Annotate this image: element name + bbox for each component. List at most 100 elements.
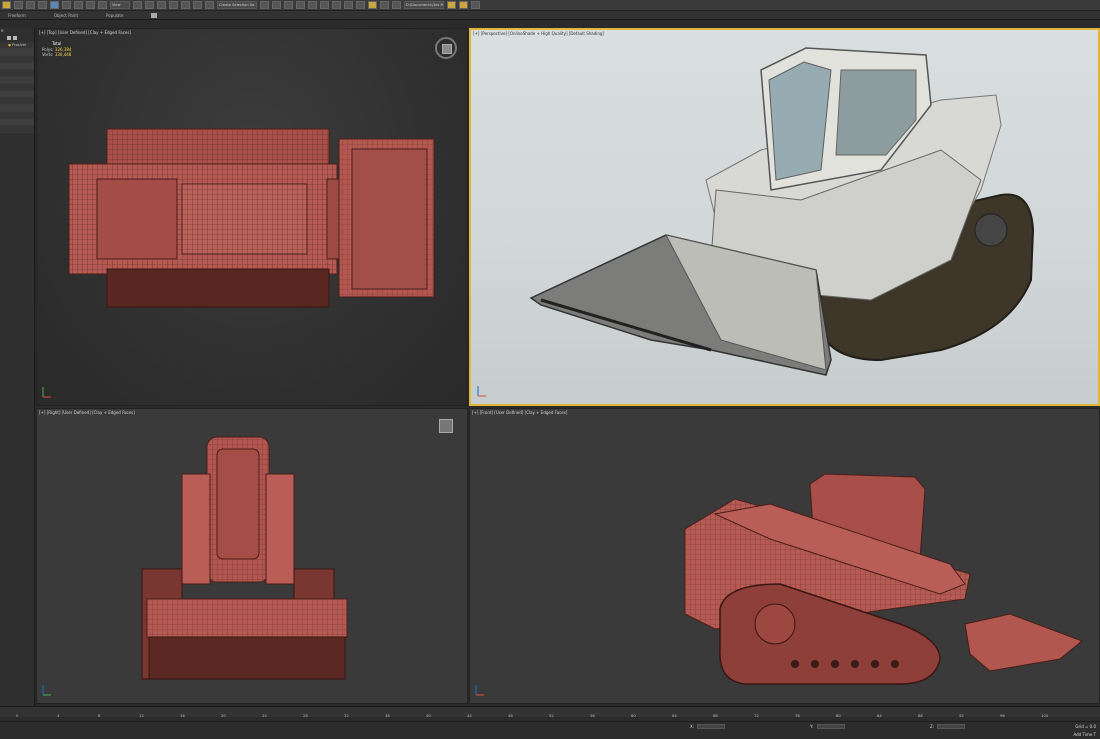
add-time-tag-button[interactable]: Add Time T xyxy=(1073,732,1096,737)
viewport-label[interactable]: [+] [Front] [User Defined] [Clay + Edged… xyxy=(472,410,567,415)
link-icon[interactable] xyxy=(26,1,35,9)
tick-label: 56 xyxy=(590,713,595,718)
verts-value: 330,448 xyxy=(54,52,72,57)
layers-icon[interactable] xyxy=(284,1,293,9)
percent-snap-icon[interactable] xyxy=(181,1,190,9)
timeline-ticks: 0 4 8 12 16 20 24 28 32 36 40 44 48 52 5… xyxy=(0,713,1100,721)
viewport-front[interactable]: [+] [Front] [User Defined] [Clay + Edged… xyxy=(469,408,1100,704)
viewcube-icon[interactable] xyxy=(439,419,453,433)
axis-gizmo-icon xyxy=(475,685,484,696)
tab-freeform[interactable]: Freeform xyxy=(8,13,26,18)
align-icon[interactable] xyxy=(272,1,281,9)
polys-value: 326,384 xyxy=(54,46,72,52)
list-item[interactable] xyxy=(0,126,34,133)
angle-snap-icon[interactable] xyxy=(169,1,178,9)
undo-icon[interactable] xyxy=(2,1,11,9)
render-icon[interactable] xyxy=(368,1,377,9)
spinner-snap-icon[interactable] xyxy=(193,1,202,9)
main-toolbar: View Create Selection Se D:\Documents\3d… xyxy=(0,0,1100,11)
status-bar: X: Y: Z: Grid = 0.0 Add Time T xyxy=(0,721,1100,739)
viewport-top[interactable]: [+] [Top] [User Defined] [Clay + Edged F… xyxy=(36,28,468,406)
tick-label: 40 xyxy=(426,713,431,718)
list-item[interactable] xyxy=(0,63,34,70)
open-file-icon[interactable] xyxy=(392,1,401,9)
tick-label: 32 xyxy=(344,713,349,718)
hierarchy-icon[interactable] xyxy=(13,36,17,40)
list-item[interactable] xyxy=(0,70,34,77)
tab-populate[interactable]: Populate xyxy=(106,13,123,18)
select-by-name-icon[interactable] xyxy=(62,1,71,9)
ribbon-toggle-icon[interactable] xyxy=(296,1,305,9)
list-item[interactable] xyxy=(0,49,34,56)
schematic-view-icon[interactable] xyxy=(320,1,329,9)
stats-overlay: Total Polys: 326,384 Verts: 330,448 xyxy=(42,41,71,58)
list-item[interactable] xyxy=(0,56,34,63)
viewport-label[interactable]: [+] [Perspective] [OnlineShade + High Qu… xyxy=(473,31,604,36)
list-item[interactable] xyxy=(0,98,34,105)
redo-icon[interactable] xyxy=(14,1,23,9)
filter-icon[interactable] xyxy=(7,36,11,40)
pivot-icon[interactable] xyxy=(133,1,142,9)
rendered-frame-icon[interactable] xyxy=(356,1,365,9)
ribbon-tabs: Freeform Object Paint Populate xyxy=(0,11,1100,20)
reference-coord-dropdown[interactable]: View xyxy=(110,1,130,9)
viewcube-icon[interactable] xyxy=(435,37,457,59)
tick-label: 4 xyxy=(57,713,60,718)
list-item[interactable] xyxy=(0,77,34,84)
project-path-dropdown[interactable]: D:\Documents\3ds Max 2020 xyxy=(404,1,444,9)
tick-label: 64 xyxy=(672,713,677,718)
select-icon[interactable] xyxy=(50,1,59,9)
tick-label: 72 xyxy=(754,713,759,718)
material-editor-icon[interactable] xyxy=(332,1,341,9)
x-field[interactable] xyxy=(697,724,725,729)
mirror-icon[interactable] xyxy=(260,1,269,9)
axis-gizmo-icon xyxy=(42,387,51,398)
select-manipulate-icon[interactable] xyxy=(145,1,154,9)
curve-editor-icon[interactable] xyxy=(308,1,317,9)
tab-object-paint[interactable]: Object Paint xyxy=(54,13,78,18)
tick-label: 24 xyxy=(262,713,267,718)
snap-icon[interactable] xyxy=(157,1,166,9)
viewport-label[interactable]: [+] [Right] [User Defined] [Clay + Edged… xyxy=(39,410,135,415)
list-item[interactable] xyxy=(0,84,34,91)
tick-label: 8 xyxy=(98,713,101,718)
folder-open-icon[interactable] xyxy=(459,1,468,9)
folder-icon[interactable] xyxy=(447,1,456,9)
ribbon-collapse-icon[interactable] xyxy=(151,12,158,18)
tick-label: 92 xyxy=(959,713,964,718)
scale-icon[interactable] xyxy=(98,1,107,9)
list-item[interactable] xyxy=(0,91,34,98)
perspective-render xyxy=(529,47,1035,376)
z-field[interactable] xyxy=(937,724,965,729)
viewport-perspective[interactable]: [+] [Perspective] [OnlineShade + High Qu… xyxy=(469,28,1100,406)
front-view-model xyxy=(684,473,1083,685)
viewport-label[interactable]: [+] [Top] [User Defined] [Clay + Edged F… xyxy=(39,30,131,35)
tick-label: 100 xyxy=(1041,713,1049,718)
y-label: Y: xyxy=(810,724,814,729)
tick-label: 80 xyxy=(836,713,841,718)
selection-set-dropdown[interactable]: Create Selection Se xyxy=(217,1,257,9)
list-item[interactable]: ● Proxiver xyxy=(0,42,34,49)
viewport-right[interactable]: [+] [Right] [User Defined] [Clay + Edged… xyxy=(36,408,468,704)
list-item[interactable] xyxy=(0,105,34,112)
tick-label: 36 xyxy=(385,713,390,718)
render-setup-icon[interactable] xyxy=(344,1,353,9)
y-field[interactable] xyxy=(817,724,845,729)
top-view-model xyxy=(68,128,435,308)
verts-label: Verts: xyxy=(42,52,54,57)
axis-gizmo-icon xyxy=(477,386,486,397)
tick-label: 88 xyxy=(918,713,923,718)
list-item[interactable] xyxy=(0,112,34,119)
unlink-icon[interactable] xyxy=(38,1,47,9)
tick-label: 48 xyxy=(508,713,513,718)
move-icon[interactable] xyxy=(74,1,83,9)
tick-label: 12 xyxy=(139,713,144,718)
project-icon[interactable] xyxy=(471,1,480,9)
tick-label: 28 xyxy=(303,713,308,718)
list-item[interactable] xyxy=(0,119,34,126)
tick-label: 68 xyxy=(713,713,718,718)
edit-named-selection-icon[interactable] xyxy=(205,1,214,9)
scene-explorer: e ● Proxiver xyxy=(0,28,35,706)
render-online-icon[interactable] xyxy=(380,1,389,9)
rotate-icon[interactable] xyxy=(86,1,95,9)
